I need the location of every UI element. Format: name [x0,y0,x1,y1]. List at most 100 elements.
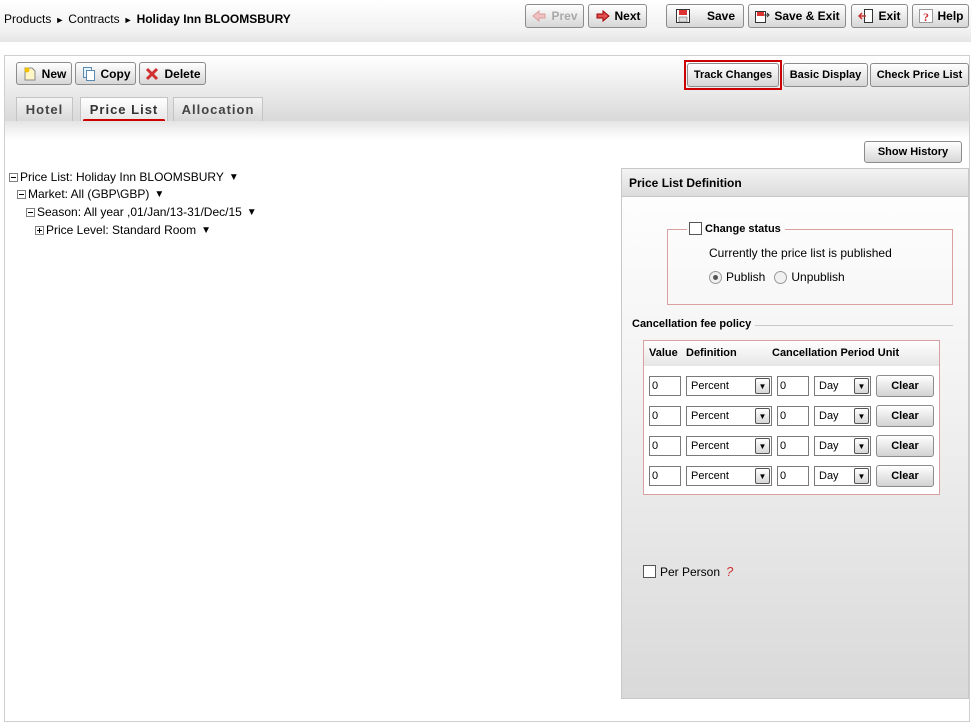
fee-period-input[interactable]: 0 [777,376,809,396]
fee-divider [755,325,953,326]
publish-radio-group: Publish Unpublish [709,270,845,284]
new-label: New [41,66,67,81]
save-button[interactable]: Save [666,4,744,28]
help-question-icon[interactable]: ? [726,564,733,579]
save-label: Save [706,9,736,23]
breadcrumb-products[interactable]: Products [4,12,51,26]
prev-button[interactable]: Prev [525,4,584,28]
fee-unit-select[interactable]: Day ▼ [814,406,871,426]
breadcrumb-separator: ► [123,15,133,25]
fee-period-input[interactable]: 0 [777,436,809,456]
fee-unit-select[interactable]: Day ▼ [814,436,871,456]
prev-arrow-icon [531,8,547,24]
fee-period-input[interactable]: 0 [777,406,809,426]
check-price-list-button[interactable]: Check Price List [870,63,969,87]
fee-definition-select[interactable]: Percent ▼ [686,436,772,456]
dropdown-caret-icon[interactable]: ▼ [154,189,164,200]
save-disk-icon [675,8,691,24]
save-exit-label: Save & Exit [774,9,840,23]
tree-label-price-list: Price List: Holiday Inn BLOOMSBURY [20,170,224,184]
per-person-option: Per Person ? [643,564,733,579]
next-arrow-icon [595,8,611,24]
tab-allocation[interactable]: Allocation [173,97,263,121]
fee-definition-value: Percent [691,440,729,452]
next-button[interactable]: Next [588,4,647,28]
collapse-toggle-icon[interactable] [17,189,26,199]
fee-unit-value: Day [819,470,839,482]
top-bar: Products ► Contracts ► Holiday Inn BLOOMSBUR… [0,0,971,42]
delete-button[interactable]: Delete [139,62,206,85]
tab-price-list-label: Price List [89,102,159,117]
collapse-toggle-icon[interactable] [9,172,18,182]
fee-definition-select[interactable]: Percent ▼ [686,376,772,396]
exit-label: Exit [878,9,901,23]
show-history-button[interactable]: Show History [864,141,962,163]
fee-unit-value: Day [819,440,839,452]
unpublish-radio[interactable] [774,270,788,284]
main-panel: New Copy Delete Track Changes Basic Disp… [4,55,970,722]
unpublish-label: Unpublish [791,270,845,284]
tree-node-season[interactable]: Season: All year ,01/Jan/13-31/Dec/15 ▼ [26,205,257,219]
price-list-definition-panel: Price List Definition Change status Curr… [621,168,969,699]
per-person-checkbox[interactable] [643,565,656,578]
breadcrumb-current: Holiday Inn BLOOMSBURY [136,12,291,26]
tree-label-season: Season: All year ,01/Jan/13-31/Dec/15 [37,205,242,219]
fee-row: 0 Percent ▼ 0 Day ▼ Clear [644,404,939,428]
dropdown-caret-icon[interactable]: ▼ [229,172,239,183]
fee-definition-select[interactable]: Percent ▼ [686,466,772,486]
column-definition: Definition [686,347,737,359]
tab-hotel-label: Hotel [25,102,64,117]
copy-icon [81,66,97,82]
fee-unit-select[interactable]: Day ▼ [814,466,871,486]
clear-button[interactable]: Clear [876,405,934,427]
fee-value-input[interactable]: 0 [649,466,681,486]
select-arrow-icon: ▼ [854,438,869,454]
fee-value-input[interactable]: 0 [649,406,681,426]
fee-row: 0 Percent ▼ 0 Day ▼ Clear [644,434,939,458]
help-button[interactable]: ? Help [912,4,969,28]
fee-row: 0 Percent ▼ 0 Day ▼ Clear [644,374,939,398]
select-arrow-icon: ▼ [854,408,869,424]
breadcrumb-contracts[interactable]: Contracts [68,12,119,26]
clear-button[interactable]: Clear [876,375,934,397]
collapse-toggle-icon[interactable] [26,207,35,217]
exit-button[interactable]: Exit [851,4,908,28]
dropdown-caret-icon[interactable]: ▼ [247,207,257,218]
new-button[interactable]: New [16,62,72,85]
fee-definition-value: Percent [691,470,729,482]
track-changes-button[interactable]: Track Changes [687,63,779,87]
tab-hotel[interactable]: Hotel [16,97,73,121]
dropdown-caret-icon[interactable]: ▼ [201,225,211,236]
tree-node-price-level[interactable]: Price Level: Standard Room ▼ [35,223,211,237]
delete-x-icon [144,66,160,82]
save-exit-button[interactable]: Save & Exit [748,4,846,28]
tab-price-list[interactable]: Price List [80,97,168,122]
help-label: Help [937,9,964,23]
tab-allocation-label: Allocation [181,102,255,117]
fee-unit-select[interactable]: Day ▼ [814,376,871,396]
select-arrow-icon: ▼ [755,408,770,424]
publish-radio[interactable] [709,270,722,284]
select-arrow-icon: ▼ [854,378,869,394]
fee-value-input[interactable]: 0 [649,436,681,456]
select-arrow-icon: ▼ [755,438,770,454]
clear-button[interactable]: Clear [876,435,934,457]
fee-value-input[interactable]: 0 [649,376,681,396]
exit-door-icon [858,8,874,24]
panel-header: New Copy Delete Track Changes Basic Disp… [5,56,969,122]
fee-row: 0 Percent ▼ 0 Day ▼ Clear [644,464,939,488]
change-status-checkbox[interactable] [689,222,702,235]
tree-node-market[interactable]: Market: All (GBP\GBP) ▼ [17,187,164,201]
tree-node-price-list[interactable]: Price List: Holiday Inn BLOOMSBURY ▼ [9,170,239,184]
tree-label-market: Market: All (GBP\GBP) [28,187,150,201]
prev-label: Prev [551,9,578,23]
basic-display-button[interactable]: Basic Display [783,63,868,87]
tab-content-bar [5,121,969,139]
fee-definition-select[interactable]: Percent ▼ [686,406,772,426]
help-icon: ? [918,8,934,24]
expand-toggle-icon[interactable] [35,225,44,235]
fee-period-input[interactable]: 0 [777,466,809,486]
copy-button[interactable]: Copy [75,62,136,85]
clear-button[interactable]: Clear [876,465,934,487]
new-document-icon [22,66,38,82]
